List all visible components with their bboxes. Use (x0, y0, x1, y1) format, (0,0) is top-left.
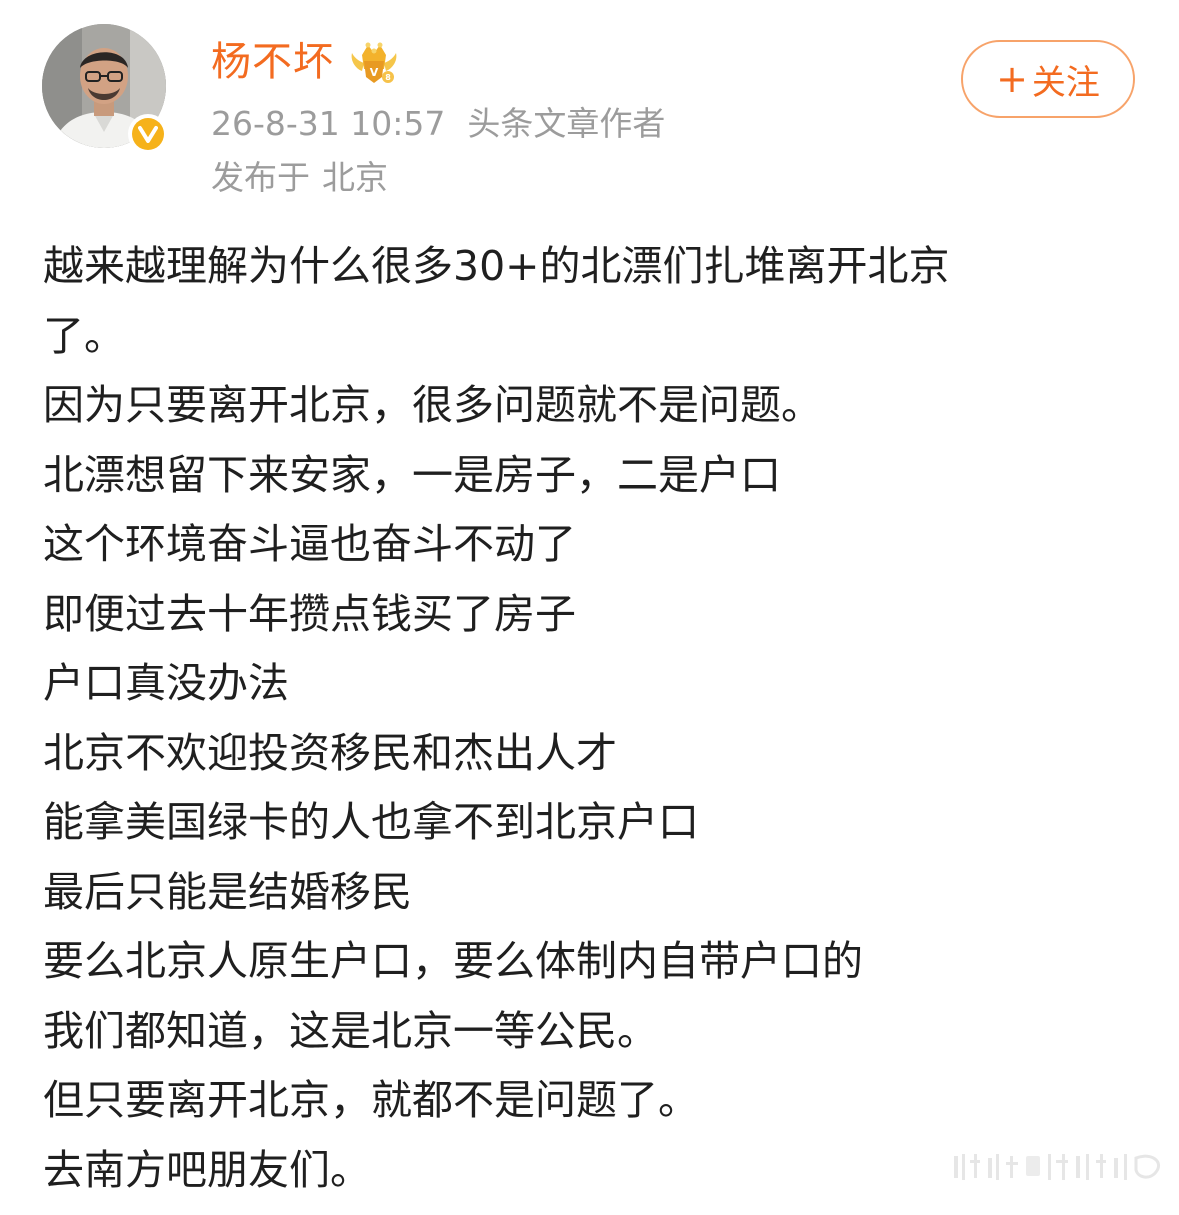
verified-badge-icon (128, 114, 168, 154)
author-name[interactable]: 杨不坏 (211, 34, 334, 90)
vip-crown-icon[interactable]: V 8 (348, 39, 400, 85)
post-line: 北京不欢迎投资移民和杰出人才 (43, 728, 617, 777)
post-line: 我们都知道，这是北京一等公民。 (43, 1006, 658, 1055)
plus-icon: + (996, 57, 1028, 101)
post-location: 发布于 北京 (211, 156, 388, 200)
post-meta: 26-8-31 10:57 头条文章作者 (211, 102, 665, 146)
post-line: 户口真没办法 (43, 659, 289, 707)
post-line: 能拿美国绿卡的人也拿不到北京户口 (43, 798, 699, 846)
verified-check-icon (138, 126, 158, 143)
post-line: 因为只要离开北京，很多问题就不是问题。 (43, 381, 822, 429)
post-line: 最后只能是结婚移民 (43, 867, 412, 916)
follow-label: 关注 (1031, 62, 1100, 103)
post-line: 北漂想留下来安家，一是房子，二是户口 (43, 450, 781, 499)
post-line: 要么北京人原生户口，要么体制内自带户口的 (43, 937, 863, 985)
author-row: 杨不坏 V 8 (211, 34, 400, 90)
post-source: 头条文章作者 (467, 104, 666, 143)
svg-text:V: V (370, 66, 379, 79)
post-line: 但只要离开北京，就都不是问题了。 (43, 1076, 699, 1124)
post-line: 了。 (43, 311, 125, 360)
post-content: 越来越理解为什么很多30+的北漂们扎堆离开北京 了。 因为只要离开北京，很多问题… (43, 232, 1143, 1205)
watermark-mark (954, 1154, 1160, 1180)
post-line: 这个环境奋斗逼也奋斗不动了 (43, 520, 576, 568)
location-label: 发布于 (211, 158, 310, 197)
post-line: 即便过去十年攒点钱买了房子 (43, 589, 576, 638)
svg-text:8: 8 (385, 73, 391, 82)
post-timestamp: 26-8-31 10:57 (211, 104, 446, 143)
location-value: 北京 (322, 158, 388, 197)
follow-button[interactable]: + 关注 (961, 40, 1135, 118)
post-line: 越来越理解为什么很多30+的北漂们扎堆离开北京 (43, 242, 950, 290)
